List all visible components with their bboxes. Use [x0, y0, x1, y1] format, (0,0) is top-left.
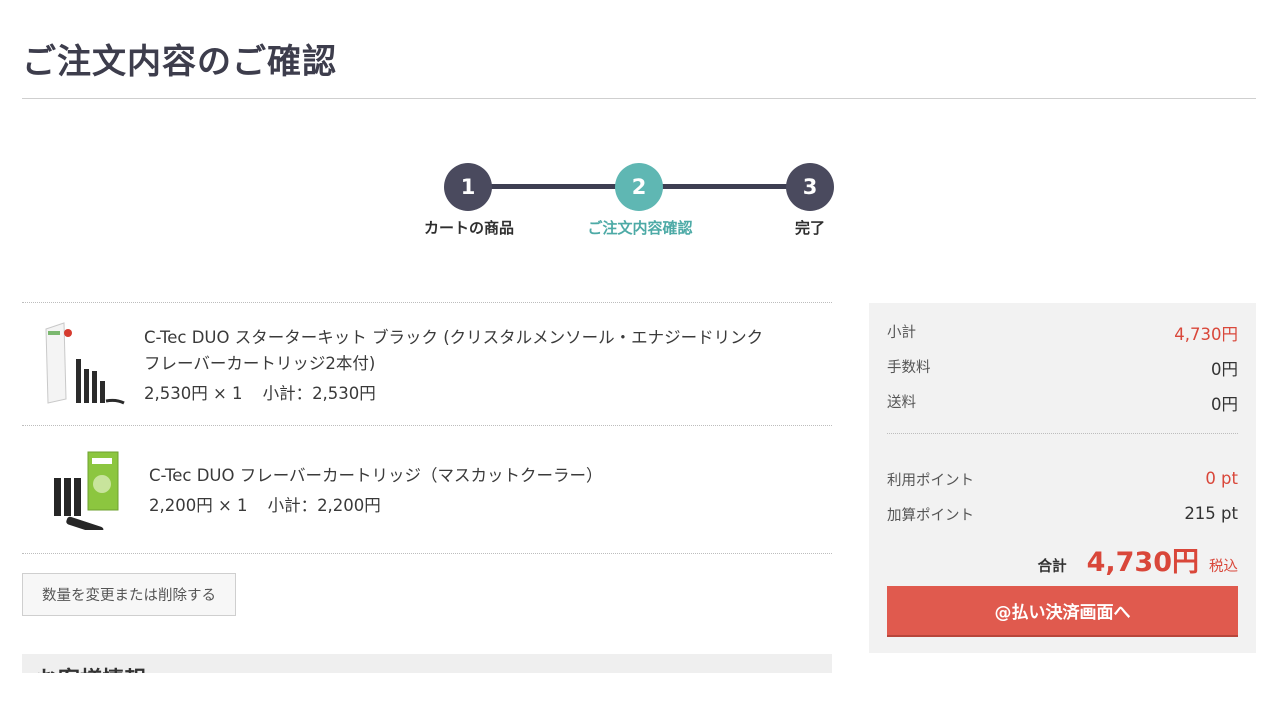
points-used-value: 0 pt: [1205, 469, 1238, 488]
item-name: C-Tec DUO スターターキット ブラック (クリスタルメンソール・エナジー…: [144, 325, 763, 377]
tax-included-note: 税込: [1209, 559, 1238, 575]
points-added-label: 加算ポイント: [887, 508, 974, 524]
list-item: C-Tec DUO フレーバーカートリッジ（マスカットクーラー） 2,200円 …: [22, 426, 832, 554]
flavor-cartridge-product-image: [54, 451, 119, 530]
item-name-line-2: フレーバーカートリッジ2本付): [144, 354, 376, 373]
step-1-label: カートの商品: [423, 219, 514, 237]
customer-info-heading: お客様情報: [36, 662, 146, 673]
total-row: 合計 4,730円 税込: [1038, 540, 1238, 579]
step-1-circle: 1: [444, 163, 492, 211]
step-2-label: ご注文内容確認: [587, 219, 693, 237]
item-price-line: 2,200円 × 1 小計：2,200円: [149, 492, 381, 516]
fee-label: 手数料: [887, 360, 931, 376]
summary-divider: [887, 433, 1238, 434]
points-added-value: 215 pt: [1184, 504, 1238, 523]
list-item: C-Tec DUO スターターキット ブラック (クリスタルメンソール・エナジー…: [22, 303, 832, 426]
fee-value: 0円: [1211, 360, 1238, 379]
edit-quantity-button[interactable]: 数量を変更または削除する: [22, 573, 236, 616]
item-name-line-1: C-Tec DUO スターターキット ブラック (クリスタルメンソール・エナジー…: [144, 328, 764, 347]
subtotal-label: 小計: [887, 325, 916, 341]
item-subtotal: 小計：2,200円: [267, 496, 381, 515]
order-items-list: C-Tec DUO スターターキット ブラック (クリスタルメンソール・エナジー…: [22, 302, 832, 554]
shipping-label: 送料: [887, 395, 916, 411]
step-2-circle: 2: [615, 163, 663, 211]
points-used-label: 利用ポイント: [887, 473, 974, 489]
step-3-circle: 3: [786, 163, 834, 211]
item-subtotal: 小計：2,530円: [262, 384, 376, 403]
item-name: C-Tec DUO フレーバーカートリッジ（マスカットクーラー）: [149, 466, 603, 485]
item-unit-qty: 2,530円 × 1: [144, 384, 243, 403]
total-label: 合計: [1037, 559, 1067, 575]
subtotal-value: 4,730円: [1174, 325, 1238, 344]
proceed-to-payment-button[interactable]: @払い決済画面へ: [887, 586, 1238, 635]
total-value: 4,730円: [1086, 547, 1199, 578]
item-price-line: 2,530円 × 1 小計：2,530円: [144, 380, 376, 404]
item-unit-qty: 2,200円 × 1: [149, 496, 248, 515]
customer-info-section: お客様情報: [22, 654, 832, 673]
page-title: ご注文内容のご確認: [22, 42, 337, 82]
starter-kit-product-image: [45, 322, 125, 405]
title-divider: [22, 98, 1256, 99]
shipping-value: 0円: [1211, 395, 1238, 414]
step-connector-2: [640, 184, 810, 189]
step-3-label: 完了: [794, 219, 825, 237]
order-summary-panel: 小計 4,730円 手数料 0円 送料 0円 利用ポイント 0 pt 加算ポイン…: [869, 303, 1256, 653]
